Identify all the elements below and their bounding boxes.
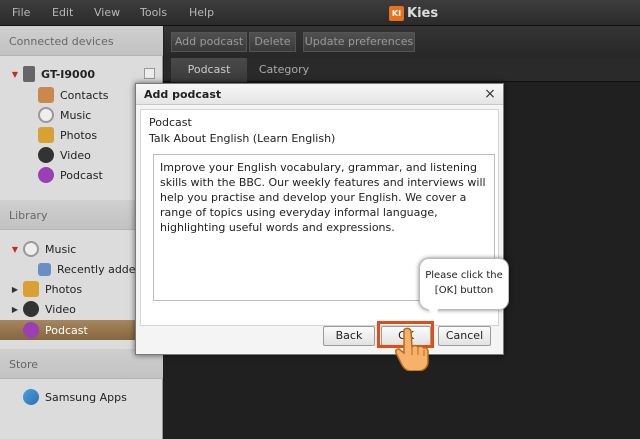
sidebar-item-label: Photos [45, 282, 83, 296]
menu-view[interactable]: View [94, 6, 120, 19]
sidebar-item-label: Contacts [60, 88, 109, 102]
menu-edit[interactable]: Edit [52, 6, 73, 19]
music-icon [23, 241, 39, 257]
app-title: Kies [407, 5, 439, 21]
podcast-icon [38, 167, 54, 183]
expand-arrow-icon[interactable]: ▼ [10, 245, 20, 254]
sidebar-item-label: Video [45, 302, 76, 316]
sidebar-item-label: Podcast [60, 168, 103, 182]
contacts-icon [38, 87, 54, 103]
samsung-apps-icon [23, 389, 39, 405]
menu-bar: File Edit View Tools Help KI Kies [0, 0, 640, 26]
tab-bar: Podcast Category [164, 58, 640, 82]
tooltip-line-1: Please click the [425, 270, 503, 281]
photos-icon [38, 127, 54, 143]
kies-logo-icon: KI [389, 5, 404, 21]
add-podcast-button[interactable]: Add podcast [171, 32, 247, 52]
back-button[interactable]: Back [323, 326, 375, 346]
delete-button[interactable]: Delete [249, 32, 296, 52]
pointing-hand-icon [395, 327, 429, 371]
collapse-arrow-icon[interactable]: ▶ [10, 305, 20, 314]
close-icon[interactable]: × [483, 86, 497, 102]
tab-podcast[interactable]: Podcast [171, 58, 247, 82]
sidebar-item-label: Podcast [45, 323, 88, 337]
sidebar-item-label: Recently added [57, 262, 143, 276]
menu-help[interactable]: Help [189, 6, 214, 19]
collapse-arrow-icon[interactable]: ▶ [10, 285, 20, 294]
video-icon [38, 147, 54, 163]
cancel-button[interactable]: Cancel [438, 326, 491, 346]
menu-tools[interactable]: Tools [140, 6, 167, 19]
sidebar-item-label: Photos [60, 128, 98, 142]
connected-devices-header: Connected devices [0, 26, 163, 56]
device-options-icon[interactable] [144, 68, 155, 79]
add-podcast-dialog: Add podcast × Podcast Talk About English… [135, 83, 504, 355]
video-icon [23, 301, 39, 317]
expand-arrow-icon[interactable]: ▼ [10, 70, 20, 79]
music-icon [38, 107, 54, 123]
podcast-label: Podcast [149, 116, 192, 129]
update-preferences-button[interactable]: Update preferences [303, 32, 415, 52]
sidebar-item-label: Samsung Apps [45, 390, 127, 404]
menu-file[interactable]: File [12, 6, 30, 19]
app-logo: KI Kies [389, 4, 438, 22]
music-note-icon [38, 262, 51, 276]
tab-category[interactable]: Category [249, 58, 319, 82]
podcast-icon [23, 322, 39, 338]
sidebar-item-label: Music [45, 242, 77, 256]
device-name: GT-I9000 [41, 67, 95, 81]
phone-icon [23, 66, 35, 82]
sidebar-device[interactable]: ▼ GT-I9000 [0, 64, 163, 84]
sidebar-item-label: Video [60, 148, 91, 162]
sidebar-item-label: Music [60, 108, 92, 122]
toolbar: Add podcast Delete Update preferences [164, 26, 640, 58]
instruction-tooltip: Please click the [OK] button [419, 258, 509, 318]
tooltip-line-2: [OK] button [434, 285, 494, 296]
dialog-title: Add podcast [136, 84, 503, 105]
podcast-name: Talk About English (Learn English) [149, 132, 336, 145]
photos-icon [23, 281, 39, 297]
sidebar-item-samsung-apps[interactable]: Samsung Apps [0, 387, 163, 407]
